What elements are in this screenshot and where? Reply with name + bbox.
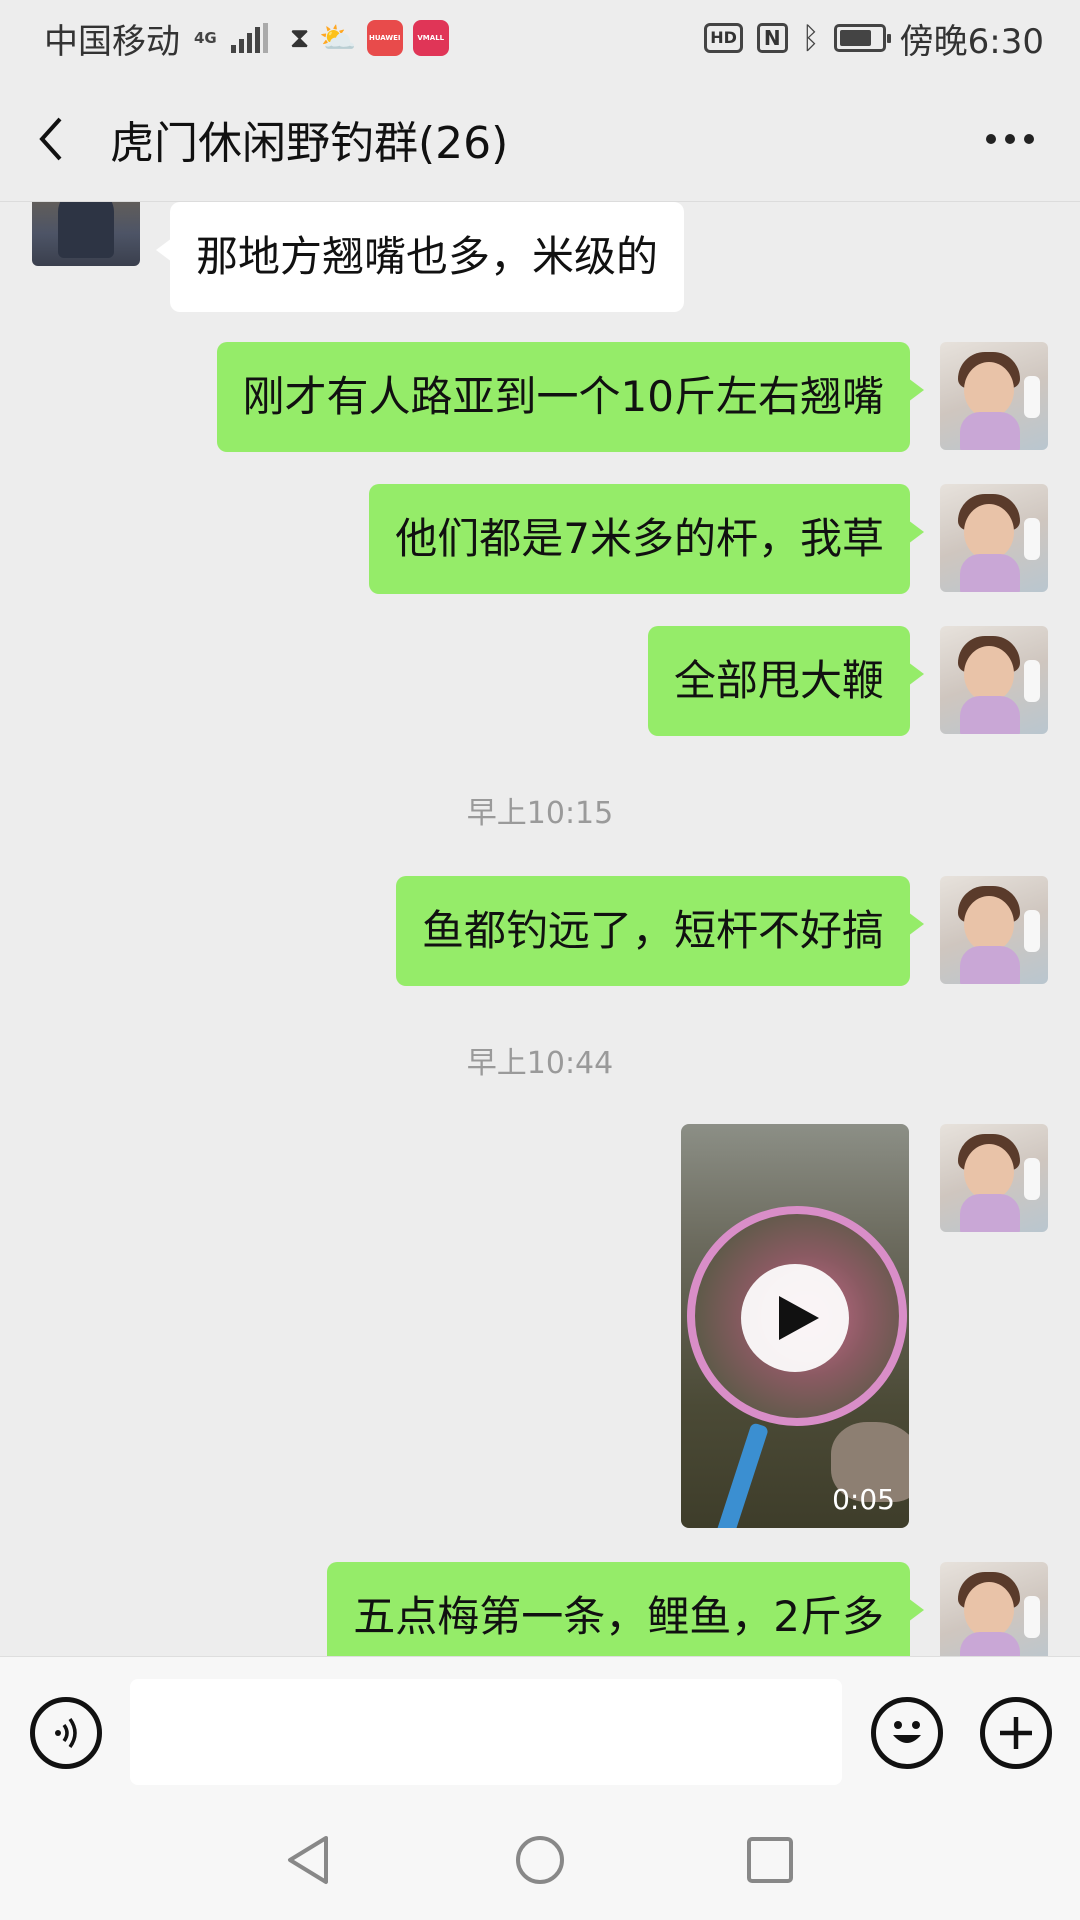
emoji-icon bbox=[893, 1721, 921, 1743]
signal-icon bbox=[230, 23, 268, 53]
my-avatar[interactable] bbox=[940, 484, 1048, 592]
message-bubble-outgoing[interactable]: 五点梅第一条，鲤鱼，2斤多 bbox=[327, 1562, 924, 1656]
battery-icon bbox=[833, 24, 891, 52]
more-options-button[interactable] bbox=[986, 133, 1034, 144]
timestamp: 早上10:15 bbox=[466, 796, 614, 831]
emoji-button[interactable] bbox=[871, 1697, 943, 1769]
clock: 傍晚6:30 bbox=[899, 21, 1044, 62]
my-avatar[interactable] bbox=[940, 342, 1048, 450]
carrier-name: 中国移动 bbox=[44, 21, 180, 62]
input-bar bbox=[0, 1656, 1080, 1798]
hd-icon: HD bbox=[704, 23, 743, 53]
timestamp: 早上10:44 bbox=[466, 1046, 614, 1081]
vmall-app-icon: VMALL bbox=[412, 20, 449, 56]
plus-icon bbox=[1000, 1717, 1032, 1749]
chat-area[interactable]: 那地方翘嘴也多，米级的 刚才有人路亚到一个10斤左右翘嘴 他们都是7米多的杆，我… bbox=[0, 202, 1080, 1656]
message-bubble-outgoing[interactable]: 刚才有人路亚到一个10斤左右翘嘴 bbox=[216, 342, 925, 452]
voice-button[interactable] bbox=[30, 1697, 102, 1769]
back-button[interactable] bbox=[36, 114, 72, 164]
play-button[interactable] bbox=[741, 1264, 849, 1372]
voice-icon bbox=[55, 1717, 77, 1749]
message-bubble-outgoing[interactable]: 他们都是7米多的杆，我草 bbox=[369, 484, 924, 594]
status-bar: 中国移动 4G ⧗ ⛅ HUAWEI VMALL HD N ᛒ 傍晚6:30 bbox=[0, 0, 1080, 76]
network-type: 4G bbox=[194, 29, 217, 47]
my-avatar[interactable] bbox=[940, 626, 1048, 734]
my-avatar[interactable] bbox=[940, 1562, 1048, 1656]
chevron-left-icon bbox=[39, 117, 62, 160]
bluetooth-icon: ᛒ bbox=[801, 20, 820, 56]
nfc-icon: N bbox=[756, 23, 788, 53]
nav-recent-apps-button[interactable] bbox=[742, 1832, 798, 1888]
message-bubble-incoming[interactable]: 那地方翘嘴也多，米级的 bbox=[155, 202, 685, 312]
my-avatar[interactable] bbox=[940, 1124, 1048, 1232]
hourglass-icon: ⧗ bbox=[289, 21, 310, 54]
message-input[interactable] bbox=[130, 1679, 842, 1785]
system-nav-bar bbox=[0, 1798, 1080, 1920]
huawei-app-icon: HUAWEI bbox=[366, 20, 403, 56]
play-icon bbox=[779, 1296, 819, 1340]
weather-icon: ⛅ bbox=[319, 20, 357, 56]
video-duration: 0:05 bbox=[832, 1483, 895, 1516]
message-bubble-outgoing[interactable]: 全部甩大鞭 bbox=[647, 626, 925, 736]
message-bubble-outgoing[interactable]: 鱼都钓远了，短杆不好搞 bbox=[395, 876, 925, 986]
chat-header: 虎门休闲野钓群(26) bbox=[0, 76, 1080, 202]
my-avatar[interactable] bbox=[940, 876, 1048, 984]
chat-title: 虎门休闲野钓群(26) bbox=[110, 117, 509, 169]
more-functions-button[interactable] bbox=[980, 1697, 1052, 1769]
video-message[interactable]: 0:05 bbox=[681, 1124, 909, 1528]
sender-avatar[interactable] bbox=[32, 202, 140, 266]
nav-home-button[interactable] bbox=[512, 1832, 568, 1888]
nav-back-button[interactable] bbox=[282, 1832, 338, 1888]
